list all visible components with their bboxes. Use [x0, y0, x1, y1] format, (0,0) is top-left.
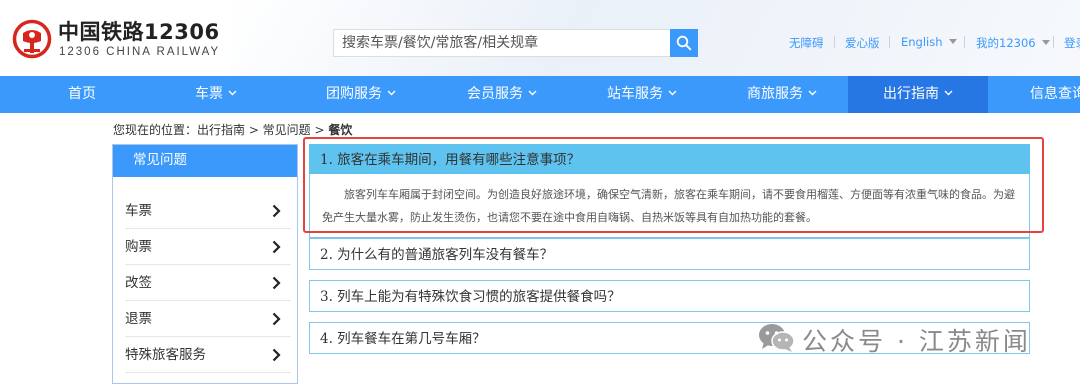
breadcrumb-path[interactable]: 您现在的位置：出行指南 > 常见问题 > [113, 123, 328, 137]
sidebar-item-purchase[interactable]: 购票 [125, 229, 291, 265]
chevron-down-icon [228, 90, 237, 96]
my-12306-menu[interactable]: 我的12306 [976, 35, 1050, 51]
search-bar [333, 29, 698, 57]
nav-item-label: 出行指南 [883, 86, 939, 102]
faq-question[interactable]: 2. 为什么有的普通旅客列车没有餐车？ [309, 238, 1030, 270]
nav-item-info-query[interactable]: 信息查询 [1010, 76, 1080, 113]
nav-item-label: 首页 [68, 86, 96, 102]
divider [1053, 36, 1054, 48]
care-mode-link[interactable]: 爱心版 [845, 35, 880, 51]
nav-item-business-service[interactable]: 商旅服务 [727, 76, 837, 113]
watermark-text: 公众号 · 江苏新闻 [802, 327, 1031, 356]
sidebar-item-refund[interactable]: 退票 [125, 301, 291, 337]
sidebar-item-label: 退票 [125, 311, 152, 327]
nav-item-group-service[interactable]: 团购服务 [306, 76, 416, 113]
chevron-down-icon [387, 90, 396, 96]
sidebar-item-label: 车票 [125, 203, 152, 219]
language-label: English [901, 35, 943, 49]
nav-item-home[interactable]: 首页 [42, 76, 122, 113]
logo-chinese-text: 中国铁路12306 [58, 20, 220, 44]
sidebar-list: 车票 购票 改签 退票 特殊旅客服务 [125, 193, 291, 373]
site-header: 中国铁路12306 12306 CHINA RAILWAY 无障碍 爱心版 En… [0, 0, 1080, 76]
chevron-down-icon [528, 90, 537, 96]
nav-item-travel-guide[interactable]: 出行指南 [848, 76, 988, 113]
search-input[interactable] [333, 29, 670, 57]
faq-item: 1. 旅客在乘车期间，用餐有哪些注意事项？ 旅客列车车厢属于封闭空间。为创造良好… [309, 144, 1030, 238]
search-button[interactable] [670, 29, 698, 57]
nav-item-tickets[interactable]: 车票 [176, 76, 256, 113]
divider [964, 36, 965, 48]
china-railway-logo-icon [12, 19, 52, 59]
faq-item: 2. 为什么有的普通旅客列车没有餐车？ [309, 238, 1030, 270]
nav-item-label: 信息查询 [1030, 86, 1080, 102]
chevron-down-icon [944, 90, 953, 96]
faq-question[interactable]: 1. 旅客在乘车期间，用餐有哪些注意事项？ [309, 144, 1030, 174]
nav-item-station-service[interactable]: 站车服务 [587, 76, 697, 113]
sidebar-item-label: 改签 [125, 275, 152, 291]
faq-item: 3. 列车上能为有特殊饮食习惯的旅客提供餐食吗？ [309, 280, 1030, 312]
caret-down-icon [1041, 40, 1050, 45]
language-selector[interactable]: English [901, 35, 957, 49]
sidebar-title: 常见问题 [113, 145, 297, 177]
my-12306-label: 我的12306 [976, 36, 1036, 50]
chevron-right-icon [272, 348, 281, 362]
chevron-right-icon [272, 276, 281, 290]
chevron-right-icon [272, 240, 281, 254]
nav-item-label: 团购服务 [326, 86, 382, 102]
nav-item-label: 车票 [195, 86, 223, 102]
faq-answer: 旅客列车车厢属于封闭空间。为创造良好旅途环境，确保空气清新，旅客在乘车期间，请不… [309, 174, 1030, 238]
nav-item-label: 会员服务 [467, 86, 523, 102]
accessibility-link[interactable]: 无障碍 [789, 35, 824, 51]
faq-sidebar: 常见问题 车票 购票 改签 退票 特殊旅客服务 [112, 144, 298, 384]
sidebar-item-label: 特殊旅客服务 [125, 347, 206, 363]
nav-item-label: 站车服务 [607, 86, 663, 102]
sidebar-item-change[interactable]: 改签 [125, 265, 291, 301]
sidebar-item-tickets[interactable]: 车票 [125, 193, 291, 229]
divider [834, 36, 835, 48]
site-logo[interactable]: 中国铁路12306 12306 CHINA RAILWAY [12, 16, 242, 66]
faq-question[interactable]: 3. 列车上能为有特殊饮食习惯的旅客提供餐食吗？ [309, 280, 1030, 312]
sidebar-item-special-passenger[interactable]: 特殊旅客服务 [125, 337, 291, 373]
chevron-down-icon [668, 90, 677, 96]
sidebar-item-label: 购票 [125, 239, 152, 255]
caret-down-icon [948, 39, 957, 44]
divider [889, 36, 890, 48]
wechat-icon [759, 324, 795, 352]
nav-item-member-service[interactable]: 会员服务 [447, 76, 557, 113]
login-link[interactable]: 登录 [1064, 35, 1080, 51]
breadcrumb: 您现在的位置：出行指南 > 常见问题 > 餐饮 [113, 121, 352, 138]
chevron-right-icon [272, 204, 281, 218]
main-nav: 首页 车票 团购服务 会员服务 站车服务 商旅服务 出行指南 信息查询 [0, 76, 1080, 113]
search-icon [676, 35, 692, 51]
chevron-down-icon [808, 90, 817, 96]
nav-item-label: 商旅服务 [747, 86, 803, 102]
chevron-right-icon [272, 312, 281, 326]
breadcrumb-current: 餐饮 [328, 123, 353, 137]
logo-english-text: 12306 CHINA RAILWAY [59, 46, 221, 58]
